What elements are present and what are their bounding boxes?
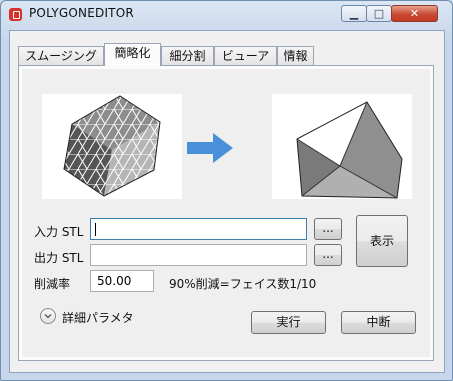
input-stl-label: 入力 STL: [34, 225, 84, 239]
reduction-rate-label: 削減率: [34, 277, 71, 291]
minimize-button[interactable]: ▁: [341, 5, 367, 22]
tab-info[interactable]: 情報: [277, 46, 314, 65]
title-bar[interactable]: POLYGONEDITOR ▁ □ ✕: [1, 1, 452, 29]
output-stl-label: 出力 STL: [34, 251, 84, 265]
tab-simplify[interactable]: 簡略化: [104, 43, 161, 66]
output-stl-field[interactable]: [90, 244, 307, 266]
browse-input-button[interactable]: ...: [314, 218, 342, 240]
app-icon: [9, 8, 22, 21]
preview-after: [272, 94, 412, 199]
reduction-hint: 90%削減=フェイス数1/10: [169, 277, 317, 291]
tab-subdivide[interactable]: 細分割: [161, 46, 214, 65]
maximize-button[interactable]: □: [366, 5, 392, 22]
app-window: POLYGONEDITOR ▁ □ ✕ スムージング 簡略化 細分割 ビューア …: [0, 0, 453, 381]
tab-smoothing[interactable]: スムージング: [18, 46, 104, 65]
browse-output-button[interactable]: ...: [314, 244, 342, 266]
show-button[interactable]: 表示: [356, 215, 408, 267]
input-stl-field[interactable]: [90, 218, 307, 240]
text-caret: [95, 223, 96, 236]
tab-viewer[interactable]: ビューア: [214, 46, 277, 65]
run-button[interactable]: 実行: [251, 311, 326, 334]
reduction-rate-field[interactable]: 50.00: [90, 270, 154, 292]
close-button[interactable]: ✕: [391, 5, 438, 22]
arrow-right-icon: [187, 133, 233, 167]
details-toggle-label[interactable]: 詳細パラメタ: [62, 309, 134, 326]
preview-before: [42, 94, 182, 199]
window-title: POLYGONEDITOR: [29, 6, 134, 20]
dialog-client: スムージング 簡略化 細分割 ビューア 情報 入力 STL ... 出力 STL…: [9, 30, 445, 373]
chevron-down-icon[interactable]: [40, 308, 56, 324]
abort-button[interactable]: 中断: [341, 311, 416, 334]
